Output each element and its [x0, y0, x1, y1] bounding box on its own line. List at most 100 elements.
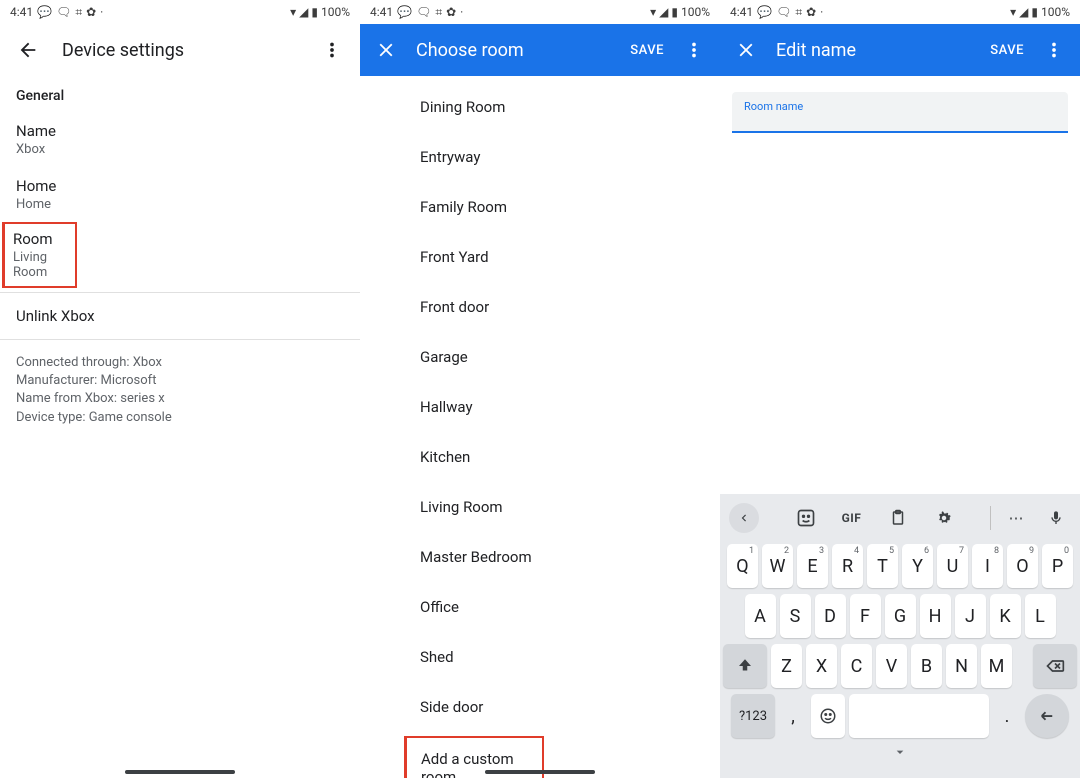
divider — [0, 339, 360, 340]
key-p[interactable]: 0P — [1042, 544, 1073, 588]
room-option[interactable]: Front door — [360, 282, 720, 332]
back-button[interactable] — [8, 30, 48, 70]
keyboard-row-1: 1Q2W3E4R5T6Y7U8I9O0P — [723, 544, 1077, 588]
more-icon: · — [820, 5, 823, 19]
gear-icon[interactable] — [929, 503, 959, 533]
keyboard-row-3: ZXCVBNM — [723, 644, 1077, 688]
shift-key[interactable] — [723, 644, 767, 688]
battery-icon: ▮ — [671, 5, 678, 19]
battery-icon: ▮ — [1031, 5, 1038, 19]
key-z[interactable]: Z — [771, 644, 802, 688]
key-l[interactable]: L — [1025, 594, 1056, 638]
room-option[interactable]: Garage — [360, 332, 720, 382]
key-s[interactable]: S — [780, 594, 811, 638]
close-button[interactable] — [366, 30, 406, 70]
room-option[interactable]: Entryway — [360, 132, 720, 182]
page-title: Device settings — [62, 40, 312, 61]
room-option[interactable]: Side door — [360, 682, 720, 732]
key-b[interactable]: B — [911, 644, 942, 688]
setting-home-value: Home — [16, 197, 344, 212]
chat-icon: 💬 — [397, 5, 412, 19]
room-option[interactable]: Living Room — [360, 482, 720, 532]
backspace-key[interactable] — [1033, 644, 1077, 688]
key-g[interactable]: G — [885, 594, 916, 638]
keyboard: GIF ⋯ 1Q2W3E4R5T6Y7U8I9O0P ASDFGHJKL ZXC… — [720, 494, 1080, 778]
room-option[interactable]: Dining Room — [360, 82, 720, 132]
clipboard-icon[interactable] — [883, 503, 913, 533]
key-n[interactable]: N — [946, 644, 977, 688]
messenger-icon: 🗨 — [776, 5, 791, 19]
period-key[interactable]: . — [993, 694, 1021, 738]
slack-icon: ⌗ — [75, 5, 82, 20]
key-d[interactable]: D — [815, 594, 846, 638]
detail-connected: Connected through: Xbox — [16, 354, 344, 372]
nav-bar — [360, 770, 720, 774]
setting-unlink[interactable]: Unlink Xbox — [0, 297, 360, 335]
key-u[interactable]: 7U — [937, 544, 968, 588]
key-q[interactable]: 1Q — [727, 544, 758, 588]
mic-icon[interactable] — [1041, 503, 1071, 533]
app-bar: Device settings — [0, 24, 360, 76]
room-option[interactable]: Kitchen — [360, 432, 720, 482]
save-button[interactable]: SAVE — [980, 35, 1034, 66]
kb-back-icon[interactable] — [729, 503, 759, 533]
signal-icon: ◢ — [299, 5, 308, 19]
app-icon: ✿ — [806, 5, 816, 19]
key-k[interactable]: K — [990, 594, 1021, 638]
key-e[interactable]: 3E — [797, 544, 828, 588]
key-c[interactable]: C — [841, 644, 872, 688]
overflow-menu-button[interactable] — [674, 30, 714, 70]
key-f[interactable]: F — [850, 594, 881, 638]
key-i[interactable]: 8I — [972, 544, 1003, 588]
key-o[interactable]: 9O — [1007, 544, 1038, 588]
enter-key[interactable] — [1025, 694, 1069, 738]
room-list: Dining Room Entryway Family Room Front Y… — [360, 76, 720, 778]
divider — [0, 292, 360, 293]
messenger-icon: 🗨 — [416, 5, 431, 19]
battery-text: 100% — [321, 5, 350, 19]
key-y[interactable]: 6Y — [902, 544, 933, 588]
setting-room-label: Room — [13, 230, 67, 248]
room-option[interactable]: Front Yard — [360, 232, 720, 282]
slack-icon: ⌗ — [795, 5, 802, 20]
key-r[interactable]: 4R — [832, 544, 863, 588]
setting-home[interactable]: Home Home — [0, 167, 360, 222]
symbols-key[interactable]: ?123 — [731, 694, 775, 738]
key-a[interactable]: A — [745, 594, 776, 638]
space-key[interactable] — [849, 694, 989, 738]
more-icon[interactable]: ⋯ — [1001, 503, 1031, 533]
sticker-icon[interactable] — [791, 503, 821, 533]
close-button[interactable] — [726, 30, 766, 70]
key-j[interactable]: J — [955, 594, 986, 638]
save-button[interactable]: SAVE — [620, 35, 674, 66]
detail-manufacturer: Manufacturer: Microsoft — [16, 372, 344, 390]
key-x[interactable]: X — [806, 644, 837, 688]
emoji-key[interactable] — [811, 694, 845, 738]
room-option[interactable]: Shed — [360, 632, 720, 682]
overflow-menu-button[interactable] — [1034, 30, 1074, 70]
room-option[interactable]: Office — [360, 582, 720, 632]
key-w[interactable]: 2W — [762, 544, 793, 588]
signal-icon: ◢ — [1019, 5, 1028, 19]
status-time: 4:41 — [370, 5, 393, 19]
room-option[interactable]: Family Room — [360, 182, 720, 232]
key-h[interactable]: H — [920, 594, 951, 638]
screen-device-settings: 4:41 💬 🗨 ⌗ ✿ · ▾ ◢ ▮ 100% Device setting… — [0, 0, 360, 778]
key-t[interactable]: 5T — [867, 544, 898, 588]
setting-name[interactable]: Name Xbox — [0, 112, 360, 167]
battery-icon: ▮ — [311, 5, 318, 19]
comma-key[interactable]: , — [779, 694, 807, 738]
page-title: Edit name — [776, 40, 980, 61]
key-m[interactable]: M — [981, 644, 1012, 688]
room-option[interactable]: Master Bedroom — [360, 532, 720, 582]
gif-button[interactable]: GIF — [837, 503, 867, 533]
status-bar: 4:41 💬 🗨 ⌗ ✿ · ▾ ◢ ▮ 100% — [360, 0, 720, 24]
room-option[interactable]: Hallway — [360, 382, 720, 432]
keyboard-toolbar: GIF ⋯ — [723, 498, 1077, 538]
room-name-input[interactable]: Room name — [732, 92, 1068, 133]
setting-room[interactable]: Room Living Room — [2, 222, 77, 288]
screen-edit-name: 4:41 💬 🗨 ⌗ ✿ · ▾ ◢ ▮ 100% Edit name SAVE… — [720, 0, 1080, 778]
key-v[interactable]: V — [876, 644, 907, 688]
overflow-menu-button[interactable] — [312, 30, 352, 70]
keyboard-collapse-button[interactable] — [723, 738, 1077, 772]
